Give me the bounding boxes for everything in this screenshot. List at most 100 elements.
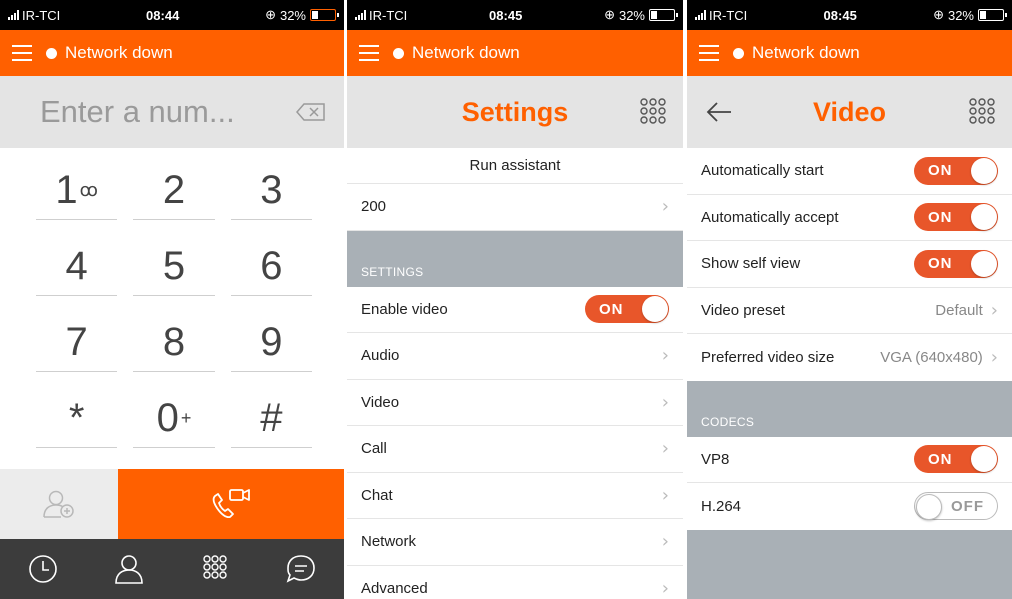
contacts-icon[interactable] [113,553,145,585]
h264-toggle[interactable]: OFF [914,492,998,521]
section-header-codecs: CODECS [687,380,1012,437]
key-2[interactable]: 2 [125,152,222,228]
battery-percent: 32% [947,7,974,23]
key-9[interactable]: 9 [223,304,320,380]
rotation-lock-icon: ⊕ [933,7,944,22]
hamburger-menu-icon[interactable] [12,45,32,61]
key-0[interactable]: 0 + [125,380,222,456]
backspace-icon[interactable] [296,103,326,121]
dialer-screen: IR-TCI 08:44 ⊕ 32% Network down Enter a … [0,0,344,599]
video-size-value: VGA (640x480) [880,348,983,366]
hamburger-menu-icon[interactable] [699,45,719,61]
history-icon[interactable] [27,553,59,585]
dialpad-icon[interactable] [639,97,667,125]
network-status-dot [733,47,744,59]
clock: 08:45 [823,7,857,23]
settings-item-audio[interactable]: Audio › [347,333,683,380]
auto-accept-toggle[interactable]: ON [914,203,998,232]
self-view-row: Show self view ON [687,241,1012,288]
enable-video-row: Enable video ON [347,286,683,333]
network-status-dot [46,47,57,59]
rotation-lock-icon: ⊕ [604,7,615,22]
key-4[interactable]: 4 [28,228,125,304]
key-hash[interactable]: # [223,380,320,456]
auto-start-row: Automatically start ON [687,148,1012,195]
codec-h264-row: H.264 OFF [687,483,1012,530]
chevron-right-icon: › [661,531,669,553]
video-call-icon [212,489,250,519]
key-1[interactable]: 1ꝏ [28,152,125,228]
chevron-right-icon: › [661,391,669,413]
carrier-label: IR-TCI [22,7,61,23]
video-settings-screen: IR-TCI 08:45 ⊕ 32% Network down Video Au… [687,0,1012,599]
app-header: Network down [0,30,344,76]
app-header: Network down [347,30,683,76]
bottom-tab-bar [0,539,344,599]
status-bar: IR-TCI 08:45 ⊕ 32% [347,0,683,30]
dialpad: 1ꝏ 2 3 4 5 6 7 8 9 * 0 + # [0,148,344,456]
auto-accept-row: Automatically accept ON [687,194,1012,241]
hamburger-menu-icon[interactable] [359,45,379,61]
dialpad-icon[interactable] [968,97,996,125]
enable-video-toggle[interactable]: ON [585,295,669,324]
auto-start-toggle[interactable]: ON [914,156,998,185]
page-title: Settings [461,96,569,127]
signal-icon [8,10,19,20]
empty-area [687,529,1012,599]
network-status: Network down [412,43,520,62]
status-bar: IR-TCI 08:44 ⊕ 32% [0,0,344,30]
video-titlebar: Video [687,76,1012,148]
signal-icon [355,10,366,20]
key-5[interactable]: 5 [125,228,222,304]
chevron-right-icon: › [661,577,669,599]
account-row[interactable]: 200 › [347,184,683,231]
codec-vp8-row: VP8 ON [687,436,1012,483]
chevron-right-icon: › [661,196,669,218]
vp8-toggle[interactable]: ON [914,445,998,474]
status-bar: IR-TCI 08:45 ⊕ 32% [687,0,1012,30]
chevron-right-icon: › [661,484,669,506]
battery-icon [649,9,678,21]
carrier-label: IR-TCI [369,7,408,23]
section-header-settings: SETTINGS [347,230,683,287]
video-size-row[interactable]: Preferred video size VGA (640x480) › [687,334,1012,381]
carrier-label: IR-TCI [709,7,748,23]
self-view-toggle[interactable]: ON [914,249,998,278]
signal-icon [695,10,706,20]
number-input[interactable]: Enter a num... [0,76,344,148]
network-status-dot [393,47,404,59]
key-8[interactable]: 8 [125,304,222,380]
key-3[interactable]: 3 [223,152,320,228]
chat-icon[interactable] [285,553,317,585]
battery-icon [310,9,339,21]
key-6[interactable]: 6 [223,228,320,304]
network-status: Network down [752,43,860,62]
settings-titlebar: Settings [347,76,683,148]
settings-item-video[interactable]: Video › [347,379,683,426]
key-star[interactable]: * [28,380,125,456]
number-placeholder: Enter a num... [40,94,235,129]
chevron-right-icon: › [990,299,998,321]
video-call-button[interactable] [118,469,344,539]
rotation-lock-icon: ⊕ [265,7,276,22]
battery-percent: 32% [618,7,645,23]
settings-item-network[interactable]: Network › [347,519,683,566]
settings-screen: IR-TCI 08:45 ⊕ 32% Network down Settings… [347,0,683,599]
back-arrow-icon[interactable] [705,100,733,124]
add-contact-button[interactable] [0,469,118,539]
chevron-right-icon: › [990,346,998,368]
voicemail-icon: ꝏ [79,179,98,200]
settings-item-call[interactable]: Call › [347,426,683,473]
video-preset-row[interactable]: Video preset Default › [687,287,1012,334]
page-title: Video [812,96,887,127]
battery-percent: 32% [279,7,306,23]
app-header: Network down [687,30,1012,76]
run-assistant-button[interactable]: Run assistant [347,148,683,184]
key-7[interactable]: 7 [28,304,125,380]
settings-item-advanced[interactable]: Advanced › [347,565,683,599]
add-contact-icon [43,490,74,518]
clock: 08:45 [489,7,523,23]
settings-item-chat[interactable]: Chat › [347,472,683,519]
chevron-right-icon: › [661,438,669,460]
dialpad-icon[interactable] [199,553,231,585]
